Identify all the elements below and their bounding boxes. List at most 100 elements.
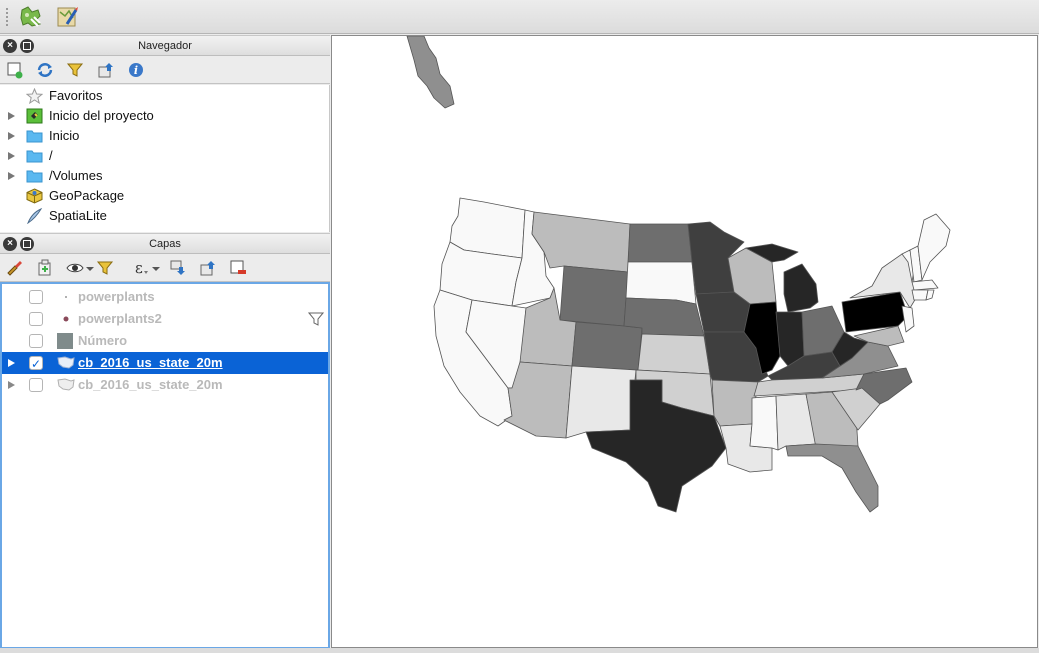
tree-item-inicio[interactable]: Inicio xyxy=(0,126,329,146)
layer-name: Número xyxy=(78,333,128,348)
state-arkansas xyxy=(711,379,759,427)
svg-text:ε: ε xyxy=(135,259,143,277)
browser-tree[interactable]: Favoritos Inicio del proyecto Inicio / /… xyxy=(0,85,330,232)
state-connecticut xyxy=(911,289,929,301)
browser-panel-title: × Navegador xyxy=(0,35,330,56)
layer-name: cb_2016_us_state_20m xyxy=(78,377,223,392)
layer-name: powerplants2 xyxy=(78,311,162,326)
float-panel-icon[interactable] xyxy=(20,237,34,251)
refresh-icon[interactable] xyxy=(36,61,54,79)
state-colorado xyxy=(571,321,643,371)
state-north-dakota xyxy=(627,223,693,263)
layers-toolbar: ε xyxy=(0,254,330,282)
close-panel-icon[interactable]: × xyxy=(3,39,17,53)
close-panel-icon[interactable]: × xyxy=(3,237,17,251)
folder-icon xyxy=(26,170,43,183)
add-group-icon[interactable] xyxy=(36,259,54,277)
layer-visibility-checkbox[interactable] xyxy=(29,290,43,304)
filter-legend-icon[interactable] xyxy=(96,259,114,277)
expand-all-icon[interactable] xyxy=(169,259,187,277)
svg-text:i: i xyxy=(134,64,138,77)
info-icon[interactable]: i xyxy=(127,61,145,79)
expand-arrow-icon[interactable] xyxy=(8,172,15,180)
state-maine xyxy=(917,213,951,281)
state-south-dakota xyxy=(625,261,697,305)
expand-arrow-icon[interactable] xyxy=(8,381,15,389)
plugin-manager-icon[interactable] xyxy=(18,4,44,30)
style-icon[interactable] xyxy=(6,259,24,277)
layer-row-states-selected[interactable]: cb_2016_us_state_20m xyxy=(2,352,328,375)
layer-row-states[interactable]: cb_2016_us_state_20m xyxy=(2,374,328,396)
tree-item-label: GeoPackage xyxy=(49,188,125,203)
remove-layer-icon[interactable] xyxy=(229,259,247,277)
state-alaska xyxy=(406,36,455,109)
expand-arrow-icon[interactable] xyxy=(8,152,15,160)
tree-item-label: Inicio xyxy=(49,128,80,143)
toolbar-grip[interactable] xyxy=(6,8,9,26)
layers-panel-title-text: Capas xyxy=(149,238,181,250)
layer-name: powerplants xyxy=(78,289,155,304)
state-kansas xyxy=(637,333,711,375)
point-layer-icon xyxy=(63,316,69,322)
state-montana xyxy=(531,211,631,273)
layer-visibility-checkbox[interactable] xyxy=(29,353,43,375)
polygon-layer-icon xyxy=(57,378,75,391)
state-indiana xyxy=(775,311,805,367)
raster-layer-icon xyxy=(57,333,73,349)
layer-row-powerplants[interactable]: powerplants xyxy=(2,286,328,308)
layer-visibility-checkbox[interactable] xyxy=(29,312,43,326)
state-new-jersey xyxy=(901,305,915,333)
float-panel-icon[interactable] xyxy=(20,39,34,53)
tree-item-favoritos[interactable]: Favoritos xyxy=(0,86,329,106)
folder-icon xyxy=(26,150,43,163)
style-manager-icon[interactable] xyxy=(55,4,81,30)
main-toolbar xyxy=(0,0,1039,34)
tree-item-project-home[interactable]: Inicio del proyecto xyxy=(0,106,329,126)
layer-row-powerplants2[interactable]: powerplants2 xyxy=(2,308,328,330)
expand-arrow-icon[interactable] xyxy=(8,112,15,120)
filter-icon[interactable] xyxy=(66,61,84,79)
map-canvas[interactable] xyxy=(331,35,1038,648)
eye-icon[interactable] xyxy=(66,259,84,277)
expand-arrow-icon[interactable] xyxy=(8,359,15,367)
layer-visibility-checkbox[interactable] xyxy=(29,378,43,392)
tree-item-volumes[interactable]: /Volumes xyxy=(0,166,329,186)
spatialite-icon xyxy=(27,208,43,224)
tree-item-label: Inicio del proyecto xyxy=(49,108,154,123)
tree-item-spatialite[interactable]: SpatiaLite xyxy=(0,206,329,226)
state-mississippi xyxy=(749,395,779,451)
state-michigan xyxy=(783,263,819,313)
tree-item-geopackage[interactable]: GeoPackage xyxy=(0,186,329,206)
tree-item-label: SpatiaLite xyxy=(49,208,107,223)
collapse-all-icon[interactable] xyxy=(199,259,217,277)
state-florida xyxy=(785,443,879,513)
layer-row-numero[interactable]: Número xyxy=(2,330,328,352)
tree-item-label: /Volumes xyxy=(49,168,103,183)
collapse-all-icon[interactable] xyxy=(97,61,115,79)
us-states-map xyxy=(406,36,951,513)
layers-panel-title: × Capas xyxy=(0,233,330,254)
state-new-mexico xyxy=(565,365,637,439)
layers-tree[interactable]: powerplants powerplants2 Número cb_2016_… xyxy=(0,282,330,649)
layer-filter-icon[interactable] xyxy=(308,311,324,327)
browser-toolbar: i xyxy=(0,56,330,84)
geopackage-icon xyxy=(26,188,43,204)
polygon-layer-icon xyxy=(57,356,75,369)
eye-dropdown-icon[interactable] xyxy=(86,259,94,277)
layer-name: cb_2016_us_state_20m xyxy=(78,355,223,370)
point-layer-icon xyxy=(65,296,67,298)
expression-filter-icon[interactable]: ε xyxy=(134,259,160,277)
tree-item-root[interactable]: / xyxy=(0,146,329,166)
state-wyoming xyxy=(559,265,629,327)
add-selected-layers-icon[interactable] xyxy=(6,61,24,79)
tree-item-label: / xyxy=(49,148,53,163)
expand-arrow-icon[interactable] xyxy=(8,132,15,140)
browser-panel-title-text: Navegador xyxy=(138,40,192,52)
layer-visibility-checkbox[interactable] xyxy=(29,334,43,348)
tree-item-label: Favoritos xyxy=(49,88,103,103)
folder-icon xyxy=(26,130,43,143)
project-home-icon xyxy=(26,108,43,124)
state-massachusetts xyxy=(911,279,939,291)
star-icon xyxy=(26,88,43,104)
status-bar xyxy=(0,648,1039,653)
